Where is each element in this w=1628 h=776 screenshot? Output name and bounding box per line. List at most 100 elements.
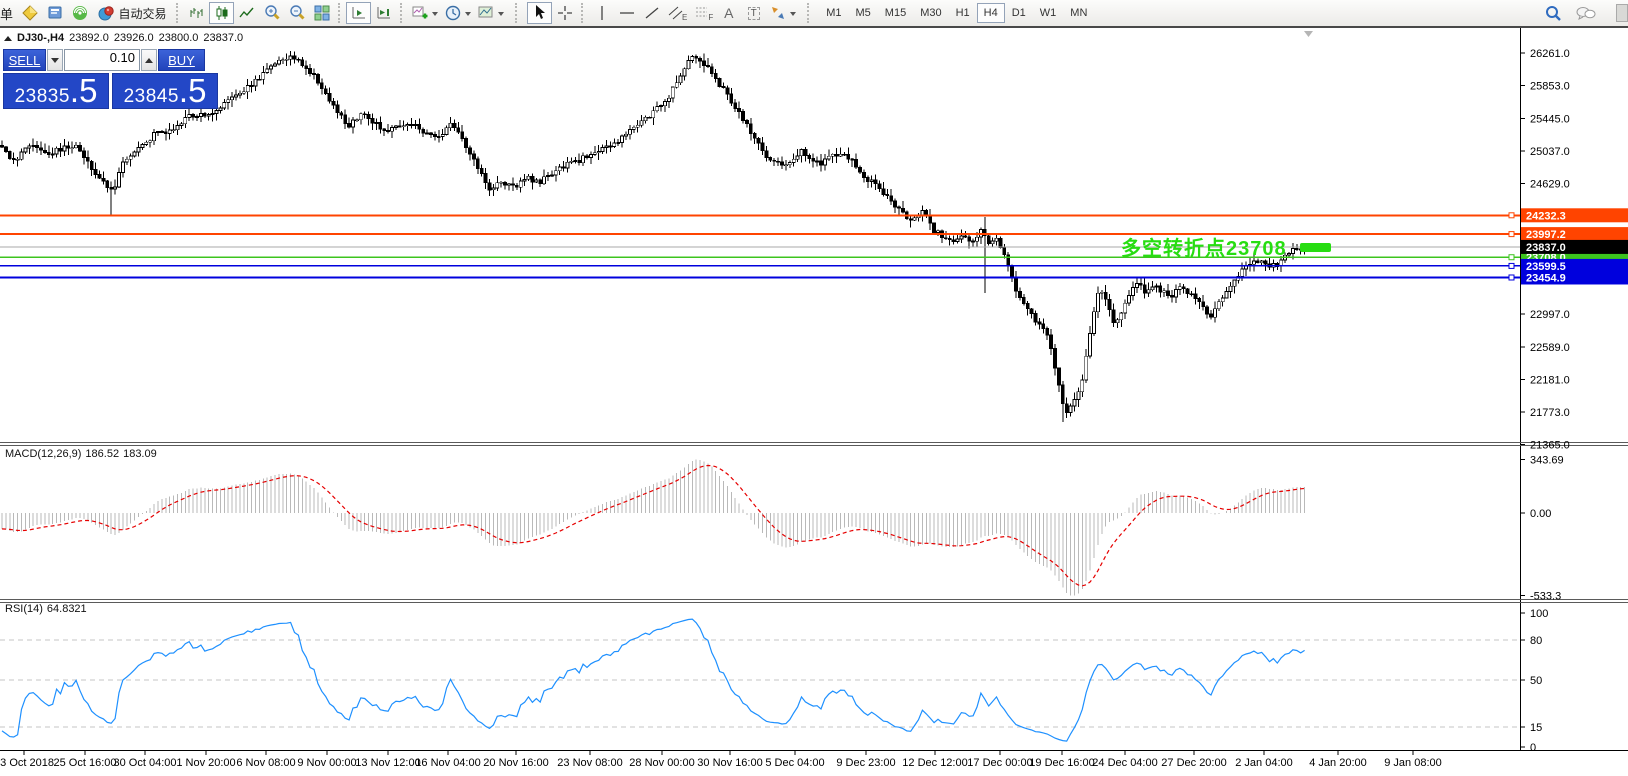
tf-H4[interactable]: H4 [977,3,1005,23]
line-handle [1509,255,1514,260]
one-click-trade-panel: SELL 0.10 BUY 23835.5 23845.5 [3,49,218,109]
price-axis[interactable]: 26261.025853.025445.025037.024629.022997… [1520,48,1570,754]
toolbar: 单 自动交易 E F A T M1M5M15M30H1H4D1W1MN [0,0,1628,28]
candle-chart-icon[interactable] [209,2,234,24]
gem-icon[interactable] [17,2,42,24]
price-lines[interactable] [0,213,1520,280]
line-handle [1509,232,1514,237]
annotation-dash [1300,243,1331,252]
rsi-axis-label: 15 [1530,722,1542,734]
sell-price-box[interactable]: 23835.5 [3,73,109,109]
tf-M30[interactable]: M30 [913,3,948,23]
line-chart-icon[interactable] [234,2,259,24]
tf-M15[interactable]: M15 [878,3,913,23]
volume-input[interactable]: 0.10 [64,49,140,71]
price-axis-tags: 24232.323997.223708.023599.523454.923837… [1521,208,1628,284]
price-axis-label: 24629.0 [1530,179,1570,191]
toolbar-separator [807,3,811,23]
price-line-tag: 23997.2 [1526,229,1566,241]
signal-icon[interactable] [67,2,92,24]
templates-icon[interactable] [474,2,507,24]
vertical-line-icon[interactable] [589,2,614,24]
line-handle [1509,263,1514,268]
tile-windows-icon[interactable] [309,2,334,24]
time-axis-label: 4 Jan 20:00 [1309,757,1367,769]
sell-button[interactable]: SELL [3,49,46,71]
new-order-button[interactable]: 单 [0,4,13,23]
macd-signal-line [2,466,1305,586]
macd-pane [2,460,1305,596]
main-chart[interactable]: 26261.025853.025445.025037.024629.022997… [0,0,1628,776]
add-indicator-icon[interactable] [408,2,441,24]
auto-scroll-icon[interactable] [346,2,371,24]
autotrading-button[interactable]: 自动交易 [92,2,172,24]
label-icon[interactable]: T [741,2,766,24]
ohlc-high: 23926.0 [114,32,154,44]
bar-shift-marker [1304,31,1313,37]
macd-axis-label: 0.00 [1530,508,1551,520]
price-axis-label: 25445.0 [1530,113,1570,125]
time-axis-label: 28 Nov 00:00 [629,757,694,769]
window-edge-icon [1616,4,1628,22]
zoom-out-icon[interactable] [284,2,309,24]
tf-D1[interactable]: D1 [1005,3,1033,23]
price-axis-label: 21773.0 [1530,407,1570,419]
price-axis-label: 22997.0 [1530,309,1570,321]
chevron-down-icon [432,12,438,19]
chart-shift-icon[interactable] [371,2,396,24]
macd-label: MACD(12,26,9)186.52183.09 [5,448,161,460]
autotrading-label: 自动交易 [118,5,166,22]
buy-button[interactable]: BUY [158,49,205,71]
collapse-panel-icon[interactable] [4,32,12,41]
time-axis-label: 19 Dec 16:00 [1029,757,1094,769]
tf-MN[interactable]: MN [1063,3,1094,23]
fibonacci-icon[interactable]: F [690,2,716,24]
market-watch-icon[interactable] [42,2,67,24]
sell-price: 23835 [15,86,70,108]
tf-H1[interactable]: H1 [949,3,977,23]
time-axis-label: 9 Jan 08:00 [1384,757,1442,769]
chevron-down-icon [790,12,796,19]
triangle-up-icon [145,54,153,63]
time-axis-label: 24 Dec 04:00 [1092,757,1157,769]
buy-price-box[interactable]: 23845.5 [112,73,218,109]
time-axis-label: 1 Nov 20:00 [176,757,235,769]
time-axis-label: 12 Dec 12:00 [902,757,967,769]
toolbar-separator [581,3,585,23]
text-icon[interactable]: A [716,2,741,24]
chat-icon[interactable] [1572,2,1600,24]
price-line-tag: 24232.3 [1526,210,1566,222]
tf-W1[interactable]: W1 [1033,3,1064,23]
bar-chart-icon[interactable] [184,2,209,24]
time-axis-label: 20 Nov 16:00 [483,757,548,769]
periods-clock-icon[interactable] [441,2,474,24]
volume-up-button[interactable] [141,49,157,71]
cursor-icon[interactable] [527,2,552,24]
search-icon[interactable] [1541,2,1566,24]
chevron-down-icon [465,12,471,19]
channel-icon[interactable]: E [664,2,690,24]
volume-down-button[interactable] [47,49,63,71]
tf-M5[interactable]: M5 [849,3,878,23]
rsi-value: 64.8321 [47,603,87,615]
time-axis-label: 13 Nov 12:00 [355,757,420,769]
buy-price: 23845 [124,86,179,108]
horizontal-line-icon[interactable] [614,2,639,24]
toolbar-separator [338,3,342,23]
time-axis[interactable]: 23 Oct 201825 Oct 16:0030 Oct 04:001 Nov… [0,751,1442,769]
macd-main-value: 186.52 [85,448,119,460]
zoom-in-icon[interactable] [259,2,284,24]
crosshair-icon[interactable] [552,2,577,24]
time-axis-label: 23 Oct 2018 [0,757,54,769]
time-axis-label: 2 Jan 04:00 [1235,757,1293,769]
fibo-sub-label: F [708,13,713,22]
annotation-text[interactable]: 多空转折点23708 [1121,232,1287,261]
time-axis-label: 6 Nov 08:00 [236,757,295,769]
arrows-icon[interactable] [766,2,799,24]
price-axis-label: 22181.0 [1530,374,1570,386]
macd-signal-value: 183.09 [123,448,157,460]
rsi-axis-label: 100 [1530,608,1548,620]
trendline-icon[interactable] [639,2,664,24]
price-axis-label: 25853.0 [1530,81,1570,93]
tf-M1[interactable]: M1 [819,3,848,23]
